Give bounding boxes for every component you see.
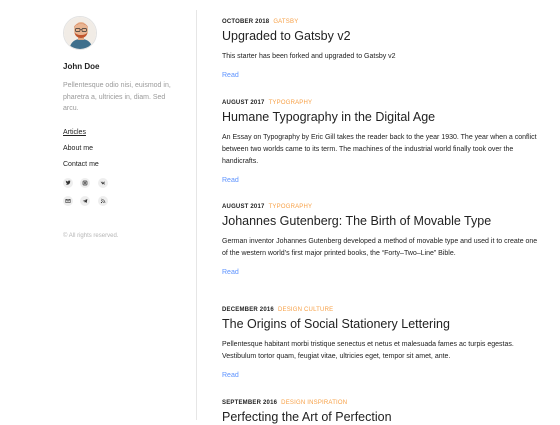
instagram-icon[interactable] — [80, 178, 91, 188]
read-link[interactable]: Read — [222, 269, 542, 276]
post-meta: October 2018 Gatsby — [222, 19, 542, 25]
post-card: September 2016 Design Inspiration Perfect… — [222, 400, 542, 425]
post-title[interactable]: The Origins of Social Stationery Letteri… — [222, 317, 542, 332]
post-category[interactable]: Design Inspiration — [281, 400, 347, 406]
post-excerpt: An Essay on Typography by Eric Gill take… — [222, 134, 537, 165]
telegram-icon[interactable] — [80, 196, 91, 206]
post-date: September 2016 — [222, 400, 278, 406]
post-card: August 2017 Typography Johannes Gutenberg… — [222, 204, 542, 276]
sidebar: John Doe Pellentesque odio nisi, euismod… — [0, 0, 196, 420]
post-title[interactable]: Perfecting the Art of Perfection — [222, 410, 542, 425]
post-card: August 2017 Typography Humane Typography … — [222, 100, 542, 184]
post-excerpt: German inventor Johannes Gutenberg devel… — [222, 238, 538, 257]
sidebar-divider — [196, 10, 197, 420]
rss-icon[interactable] — [97, 196, 108, 206]
read-link[interactable]: Read — [222, 72, 542, 79]
nav-item-contact[interactable]: Contact me — [63, 157, 99, 173]
post-date: October 2018 — [222, 19, 270, 25]
post-meta: August 2017 Typography — [222, 204, 542, 210]
vk-icon[interactable] — [97, 178, 108, 188]
post-category[interactable]: Design Culture — [278, 307, 333, 313]
post-date: August 2017 — [222, 204, 265, 210]
author-bio: Pellentesque odio nisi, euismod in, phar… — [63, 82, 171, 112]
post-meta: August 2017 Typography — [222, 100, 542, 106]
post-title[interactable]: Upgraded to Gatsby v2 — [222, 29, 542, 44]
post-meta: December 2016 Design Culture — [222, 307, 542, 313]
post-date: August 2017 — [222, 100, 265, 106]
social-links — [63, 178, 113, 214]
post-meta: September 2016 Design Inspiration — [222, 400, 542, 406]
post-card: December 2016 Design Culture The Origins … — [222, 307, 542, 379]
twitter-icon[interactable] — [63, 178, 73, 188]
post-category[interactable]: Gatsby — [273, 19, 298, 25]
nav-item-about[interactable]: About me — [63, 141, 99, 157]
post-excerpt: This starter has been forked and upgrade… — [222, 53, 396, 60]
email-icon[interactable] — [63, 196, 73, 206]
post-card: October 2018 Gatsby Upgraded to Gatsby v2… — [222, 19, 542, 79]
post-excerpt: Pellentesque habitant morbi tristique se… — [222, 341, 514, 360]
post-title[interactable]: Johannes Gutenberg: The Birth of Movable… — [222, 214, 542, 229]
post-category[interactable]: Typography — [269, 100, 313, 106]
author-name[interactable]: John Doe — [63, 62, 99, 71]
post-date: December 2016 — [222, 307, 274, 313]
avatar[interactable] — [63, 16, 97, 50]
read-link[interactable]: Read — [222, 177, 542, 184]
post-title[interactable]: Humane Typography in the Digital Age — [222, 110, 542, 125]
avatar-photo — [64, 17, 96, 49]
main-nav: Articles About me Contact me — [63, 125, 99, 173]
nav-item-articles[interactable]: Articles — [63, 125, 99, 141]
post-category[interactable]: Typography — [269, 204, 313, 210]
read-link[interactable]: Read — [222, 372, 542, 379]
copyright: © All rights reserved. — [63, 233, 119, 239]
